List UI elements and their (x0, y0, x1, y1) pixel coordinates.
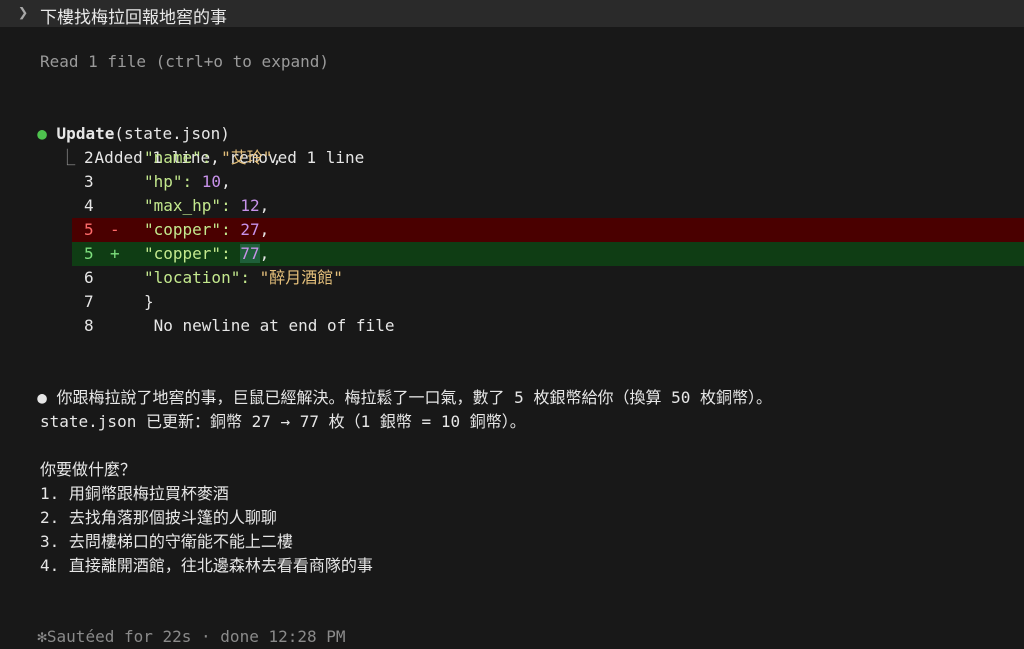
diff-line: 4 "max_hp": 12, (72, 194, 1024, 218)
diff-line: 2 "name": "艾玲", (72, 146, 1024, 170)
code-value: 10 (201, 172, 222, 191)
reply-paragraph-1: ● 你跟梅拉說了地窖的事，巨鼠已經解決。梅拉鬆了一口氣，數了 5 枚銀幣給你（換… (18, 362, 772, 407)
option-item-3: 3. 去問樓梯口的守衛能不能上二樓 (40, 532, 293, 551)
update-summary-line: ⎿ Added 1 line, removed 1 line (40, 122, 364, 167)
line-number: 3 (84, 172, 94, 191)
code-value: "醉月酒館" (259, 268, 343, 287)
code-key: No newline at end of file (144, 316, 395, 335)
code-key: "copper": (144, 244, 241, 263)
diff-line: 8 No newline at end of file (72, 314, 1024, 338)
diff-marker: + (110, 244, 120, 263)
code-value: "艾玲" (221, 148, 273, 167)
status-footer: ✻Sautéed for 22s · done 12:28 PM (18, 601, 345, 646)
code-punct: , (259, 220, 270, 239)
code-key: "location": (144, 268, 260, 287)
diff-marker: - (110, 220, 120, 239)
line-number: 2 (84, 148, 94, 167)
code-punct: , (221, 172, 231, 191)
code-punct: , (259, 244, 270, 263)
read-file-note[interactable]: Read 1 file (ctrl+o to expand) (40, 50, 329, 74)
line-number: 8 (84, 316, 94, 335)
diff-line: 3 "hp": 10, (72, 170, 1024, 194)
prompt-bar: ❯ 下樓找梅拉回報地窖的事 (0, 0, 1024, 28)
code-value: 12 (240, 196, 260, 215)
line-number: 4 (84, 196, 94, 215)
diff-line: 6 "location": "醉月酒館" (72, 266, 1024, 290)
code-key: "max_hp": (144, 196, 241, 215)
code-punct: , (272, 148, 282, 167)
chevron-right-icon: ❯ (18, 3, 29, 23)
footer-text: Sautéed for 22s · done 12:28 PM (46, 627, 346, 646)
code-key: } (144, 292, 154, 311)
bullet-icon: ● (37, 388, 47, 407)
diff-line: 5- "copper": 27, (72, 218, 1024, 242)
code-value: 27 (240, 220, 260, 239)
code-key: "hp": (144, 172, 202, 191)
option-item-1: 1. 用銅幣跟梅拉買杯麥酒 (40, 484, 229, 503)
option-item-4: 4. 直接離開酒館，往北邊森林去看看商隊的事 (40, 556, 373, 575)
option-item-2: 2. 去找角落那個披斗篷的人聊聊 (40, 508, 277, 527)
diff-line: 5 + "copper": 77, (72, 242, 1024, 266)
code-key: "copper": (144, 220, 241, 239)
reply-text-1: 你跟梅拉說了地窖的事，巨鼠已經解決。梅拉鬆了一口氣，數了 5 枚銀幣給你（換算 … (56, 388, 772, 407)
asterisk-icon: ✻ (37, 627, 47, 646)
diff-line: 7} (72, 290, 1024, 314)
code-punct: , (259, 196, 270, 215)
prompt-text: 下樓找梅拉回報地窖的事 (40, 8, 227, 28)
code-value: 77 (240, 244, 260, 263)
code-key: "name": (144, 148, 222, 167)
line-number: 5 (84, 244, 94, 263)
update-tool-header: ● Update(state.json) (18, 98, 230, 143)
reply-paragraph-2: state.json 已更新：銅幣 27 → 77 枚（1 銀幣 = 10 銅幣… (40, 412, 526, 431)
reply-question: 你要做什麼？ (40, 460, 137, 479)
line-number: 7 (84, 292, 94, 311)
line-number: 5 (84, 220, 94, 239)
line-number: 6 (84, 268, 94, 287)
